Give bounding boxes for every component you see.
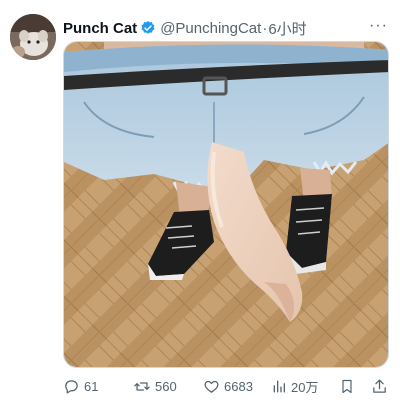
avatar-image — [10, 14, 56, 60]
bookmark-icon — [342, 379, 352, 393]
user-handle[interactable]: @PunchingCat — [160, 20, 261, 37]
retweet-count: 560 — [155, 378, 177, 394]
timestamp[interactable]: 6小时 — [268, 18, 306, 39]
verified-badge-icon — [140, 20, 156, 36]
tweet-header: Punch Cat @PunchingCat · 6小时 ··· — [63, 17, 390, 39]
like-button[interactable]: 6683 — [203, 376, 253, 396]
avatar[interactable] — [10, 14, 56, 60]
share-icon — [373, 378, 386, 393]
reply-icon — [65, 379, 78, 394]
like-count: 6683 — [224, 378, 253, 394]
like-icon — [204, 380, 219, 393]
action-bar: 61 560 6683 20万 — [63, 376, 393, 396]
views-count: 20万 — [291, 379, 319, 395]
bookmark-button[interactable] — [339, 376, 355, 396]
reply-button[interactable]: 61 — [63, 376, 98, 396]
reply-count: 61 — [84, 378, 99, 394]
photo-content — [64, 42, 388, 367]
views-button[interactable]: 20万 — [271, 376, 318, 396]
tweet-photo[interactable] — [63, 41, 389, 368]
more-icon[interactable]: ··· — [369, 17, 388, 35]
retweet-icon — [134, 381, 150, 391]
views-icon — [273, 380, 285, 392]
display-name[interactable]: Punch Cat — [63, 20, 137, 37]
retweet-button[interactable]: 560 — [133, 376, 177, 396]
separator-dot: · — [262, 19, 268, 37]
share-button[interactable] — [371, 376, 388, 396]
